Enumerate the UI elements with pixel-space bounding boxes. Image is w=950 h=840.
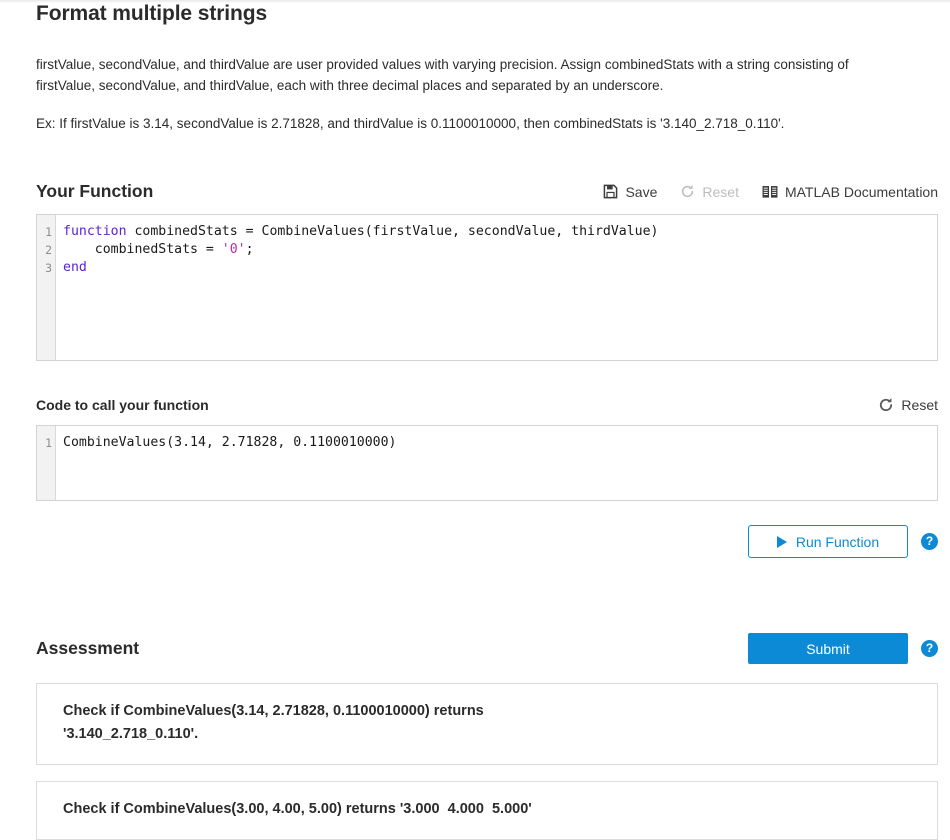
code-token: combinedStats = (63, 242, 222, 257)
function-code-editor[interactable]: 1 2 3 function combinedStats = CombineValu… (36, 214, 938, 361)
function-reset-button[interactable]: Reset (680, 184, 739, 200)
line-number: 3 (45, 261, 52, 275)
run-row: Run Function ? (36, 525, 938, 558)
content-column: Format multiple strings firstValue, seco… (36, 0, 938, 840)
exercise-page: Format multiple strings firstValue, seco… (0, 0, 950, 840)
run-function-label: Run Function (795, 533, 880, 550)
assessment-header: Assessment Submit ? (36, 633, 938, 664)
call-section-label: Code to call your function (36, 397, 209, 413)
code-token: CombineValues(3.14, 2.71828, 0.110001000… (63, 435, 397, 450)
reset-icon (680, 184, 695, 199)
code-line: CombineValues(3.14, 2.71828, 0.110001000… (63, 434, 937, 452)
function-reset-label: Reset (702, 183, 739, 200)
run-help-icon[interactable]: ? (921, 533, 938, 550)
save-label: Save (625, 183, 658, 200)
line-number: 1 (45, 225, 52, 239)
page-title: Format multiple strings (36, 2, 268, 25)
reset-icon (878, 397, 894, 413)
function-toolbar: Save Reset MATLAB Documentation (603, 184, 938, 200)
call-editor-code[interactable]: CombineValues(3.14, 2.71828, 0.110001000… (56, 426, 937, 500)
code-token: end (63, 260, 87, 275)
assessment-test-card: Check if CombineValues(3.14, 2.71828, 0.… (36, 683, 938, 765)
line-number: 1 (45, 436, 52, 450)
assessment-title: Assessment (36, 638, 140, 658)
function-editor-gutter: 1 2 3 (37, 215, 56, 360)
code-line: end (63, 259, 937, 277)
matlab-documentation-label: MATLAB Documentation (784, 183, 938, 200)
code-token: '0' (221, 242, 246, 257)
save-icon (603, 184, 618, 199)
code-line: function combinedStats = CombineValues(f… (63, 223, 937, 241)
code-token: ; (245, 242, 254, 257)
code-line: combinedStats = '0'; (63, 241, 937, 259)
code-token: combinedStats = CombineValues(firstValue… (126, 224, 659, 239)
book-icon (762, 185, 778, 199)
function-section-title: Your Function (36, 181, 154, 201)
line-number: 2 (45, 243, 52, 257)
call-code-editor[interactable]: 1 CombineValues(3.14, 2.71828, 0.1100010… (36, 425, 938, 501)
assessment-test-card: Check if CombineValues(3.00, 4.00, 5.00)… (36, 781, 938, 840)
call-reset-button[interactable]: Reset (878, 397, 938, 413)
code-token: function (63, 224, 127, 239)
call-reset-label: Reset (901, 397, 938, 413)
assessment-help-icon[interactable]: ? (921, 640, 938, 657)
call-section-header: Code to call your function Reset (36, 397, 938, 413)
call-editor-gutter: 1 (37, 426, 56, 500)
function-editor-code[interactable]: function combinedStats = CombineValues(f… (56, 215, 937, 360)
description-paragraph-1: firstValue, secondValue, and thirdValue … (36, 57, 849, 93)
matlab-documentation-link[interactable]: MATLAB Documentation (762, 184, 938, 200)
play-icon (776, 535, 787, 548)
run-function-button[interactable]: Run Function (748, 525, 908, 558)
function-section-header: Your Function Save Reset MATLAB Document… (36, 181, 938, 202)
assessment-actions: Submit ? (748, 633, 938, 664)
description-paragraph-2: Ex: If firstValue is 3.14, secondValue i… (36, 116, 785, 131)
submit-button[interactable]: Submit (748, 633, 908, 664)
save-button[interactable]: Save (603, 184, 657, 200)
